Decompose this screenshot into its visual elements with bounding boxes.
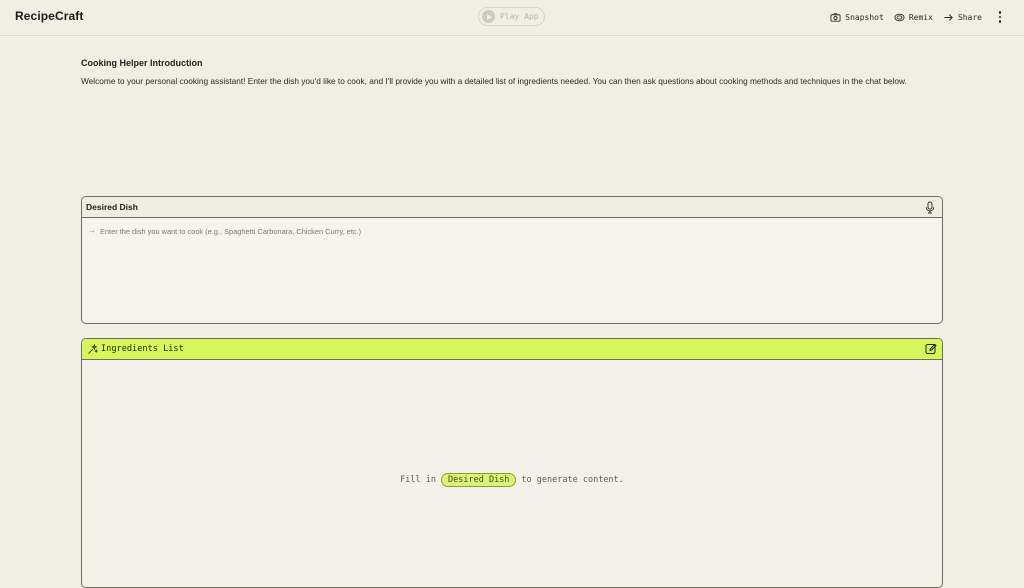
play-icon	[482, 10, 495, 23]
desired-dish-label: Desired Dish	[86, 202, 138, 212]
top-actions: Snapshot Remix Share	[830, 10, 1006, 24]
camera-icon	[830, 12, 841, 22]
desired-dish-input[interactable]	[100, 226, 920, 236]
snapshot-label: Snapshot	[845, 12, 884, 22]
desired-dish-card: Desired Dish →	[81, 196, 943, 324]
share-label: Share	[957, 12, 982, 22]
snapshot-button[interactable]: Snapshot	[830, 12, 884, 23]
ingredients-list-title: Ingredients List	[101, 344, 184, 354]
ingredients-list-header: Ingredients List	[82, 339, 942, 360]
empty-state-prefix: Fill in	[400, 475, 437, 485]
arrow-right-icon	[944, 13, 953, 21]
play-app-button[interactable]: Play App	[478, 7, 545, 26]
top-bar: RecipeCraft Play App Snapshot Remix Shar…	[0, 0, 1024, 36]
desired-dish-body: →	[82, 218, 942, 244]
desired-dish-chip[interactable]: Desired Dish	[441, 473, 517, 487]
arrow-right-icon: →	[88, 226, 96, 235]
play-app-label: Play App	[500, 12, 539, 21]
microphone-icon[interactable]	[924, 201, 936, 214]
sparkle-icon	[88, 343, 98, 354]
remix-icon	[894, 13, 905, 21]
empty-state-suffix: to generate content.	[521, 475, 624, 485]
kebab-menu-icon[interactable]	[994, 10, 1006, 24]
ingredients-list-title-group: Ingredients List	[87, 343, 184, 355]
ingredients-list-card: Ingredients List Fill in Desired Dish to…	[81, 338, 943, 588]
desired-dish-header: Desired Dish	[82, 197, 942, 218]
empty-state-message: Fill in Desired Dish to generate content…	[82, 473, 942, 487]
intro-section: Cooking Helper Introduction Welcome to y…	[81, 58, 943, 89]
intro-body: Welcome to your personal cooking assista…	[81, 76, 907, 86]
remix-button[interactable]: Remix	[894, 12, 933, 23]
remix-label: Remix	[908, 12, 933, 22]
app-title: RecipeCraft	[15, 9, 84, 23]
intro-title: Cooking Helper Introduction	[81, 58, 203, 68]
edit-icon[interactable]	[925, 343, 937, 355]
share-button[interactable]: Share	[943, 12, 982, 23]
